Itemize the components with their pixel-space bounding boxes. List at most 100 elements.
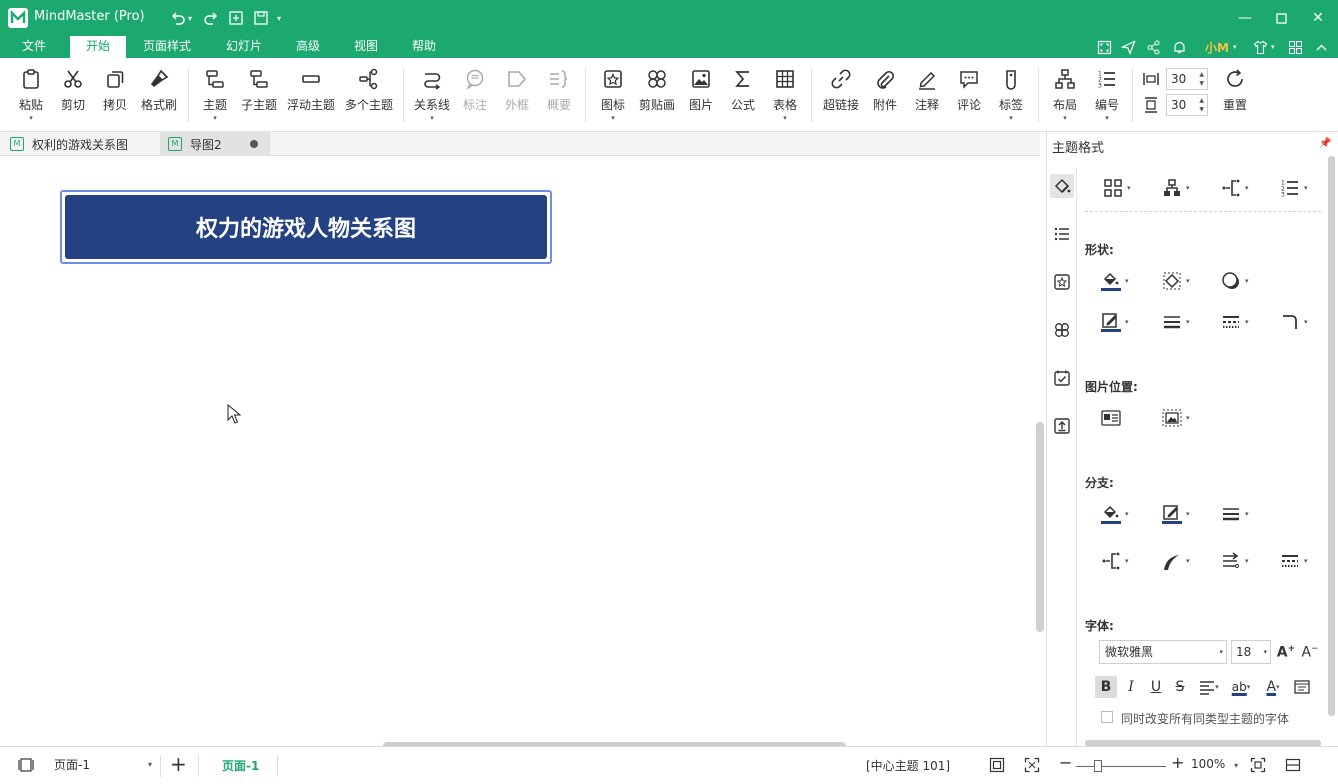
task-tab-button[interactable] <box>1050 366 1074 390</box>
font-color-button[interactable]: A ▾ <box>1259 676 1287 698</box>
numbering-style-button[interactable]: 123 ▾ <box>1280 177 1308 199</box>
topic-button[interactable]: 主题 ▾ <box>198 66 232 124</box>
image-position-button[interactable]: ▾ <box>1162 407 1190 429</box>
branch-arrow-button[interactable]: ▾ <box>1221 550 1249 572</box>
relationship-button[interactable]: 关系线 ▾ <box>412 66 452 124</box>
image-left-button[interactable] <box>1101 407 1121 429</box>
underline-button[interactable]: U <box>1145 676 1167 698</box>
layout-button[interactable]: 布局 ▾ <box>1050 66 1080 124</box>
page-select[interactable]: 页面-1 ▾ <box>46 753 154 777</box>
menu-page-style[interactable]: 页面样式 <box>136 36 198 58</box>
theme-button[interactable]: ▾ <box>1253 36 1275 58</box>
share-button[interactable] <box>1146 36 1161 58</box>
outline-tab-button[interactable] <box>1050 222 1074 246</box>
branch-fill-button[interactable]: ▾ <box>1101 503 1129 525</box>
fill-color-button[interactable]: ▾ <box>1101 270 1129 292</box>
highlight-button[interactable]: ab ▾ <box>1227 676 1255 698</box>
hyperlink-button[interactable]: 超链接 <box>822 66 860 124</box>
decrease-font-button[interactable]: A− <box>1299 641 1321 663</box>
tab-map-2[interactable]: M 导图2 <box>160 132 270 156</box>
format-painter-button[interactable]: 格式刷 <box>138 66 180 124</box>
menu-help[interactable]: 帮助 <box>398 36 450 58</box>
icon-tab-button[interactable] <box>1050 270 1074 294</box>
fit-window-button[interactable] <box>1250 757 1266 776</box>
paste-button[interactable]: 粘贴 ▾ <box>14 66 48 124</box>
minimize-button[interactable]: — <box>1227 0 1263 36</box>
notification-button[interactable] <box>1172 36 1187 58</box>
summary-button[interactable]: 概要 <box>544 66 574 124</box>
toggle-panel-button[interactable] <box>1285 757 1301 776</box>
border-weight-button[interactable]: ▾ <box>1162 311 1190 333</box>
export-tab-button[interactable] <box>1050 414 1074 438</box>
copy-button[interactable]: 拷贝 <box>98 66 132 124</box>
clipart-button[interactable]: 剪贴画 <box>638 66 676 124</box>
panel-vertical-scrollbar[interactable] <box>1328 156 1335 716</box>
border-dash-button[interactable]: ▾ <box>1221 311 1249 333</box>
branch-line-color-button[interactable]: ▾ <box>1162 503 1190 525</box>
branch-dash-button[interactable]: ▾ <box>1280 550 1308 572</box>
vertical-scrollbar[interactable] <box>1036 422 1044 632</box>
increase-font-button[interactable]: A+ <box>1275 641 1297 663</box>
picture-button[interactable]: 图片 <box>686 66 716 124</box>
vertical-spacing-input[interactable]: 30 ▲ ▼ <box>1166 94 1208 116</box>
connector-style-button[interactable]: ▾ <box>1221 177 1249 199</box>
zoom-in-button[interactable]: + <box>1171 753 1184 772</box>
zoom-level-select[interactable]: 100% ▾ <box>1191 757 1238 771</box>
border-color-button[interactable]: ▾ <box>1101 311 1129 333</box>
numbering-button[interactable]: 123 编号 ▾ <box>1092 66 1122 124</box>
strikethrough-button[interactable]: S <box>1169 676 1191 698</box>
spin-arrows-icon[interactable]: ▲ ▼ <box>1199 70 1204 88</box>
unsaved-dot-icon[interactable] <box>249 140 258 148</box>
mindmap-canvas[interactable]: 权力的游戏人物关系图 <box>0 156 1046 750</box>
spin-arrows-icon[interactable]: ▲ ▼ <box>1199 96 1204 114</box>
icon-button[interactable]: 图标 ▾ <box>598 66 628 124</box>
horizontal-spacing-input[interactable]: 30 ▲ ▼ <box>1166 68 1208 90</box>
clipart-tab-button[interactable] <box>1050 318 1074 342</box>
font-size-select[interactable]: 18 ▾ <box>1231 640 1271 664</box>
reset-button[interactable]: 重置 <box>1220 66 1250 124</box>
central-topic[interactable]: 权力的游戏人物关系图 <box>65 195 547 259</box>
note-button[interactable]: 注释 <box>912 66 942 124</box>
close-button[interactable]: ✕ <box>1300 0 1336 36</box>
menu-view[interactable]: 视图 <box>340 36 392 58</box>
add-page-button[interactable]: + <box>170 752 187 776</box>
layout-style-button[interactable]: ▾ <box>1103 177 1131 199</box>
fit-page-button[interactable] <box>989 757 1005 776</box>
corner-style-button[interactable]: ▾ <box>1280 311 1308 333</box>
align-button[interactable]: ▾ <box>1195 676 1223 698</box>
attachment-button[interactable]: 附件 <box>870 66 900 124</box>
floating-topic-button[interactable]: 浮动主题 <box>286 66 336 124</box>
subtopic-button[interactable]: 子主题 <box>240 66 278 124</box>
menu-file[interactable]: 文件 <box>8 36 60 58</box>
active-page-tab[interactable]: 页面-1 <box>222 757 259 774</box>
text-box-button[interactable] <box>1291 676 1313 698</box>
font-family-select[interactable]: 微软雅黑 ▾ <box>1099 640 1227 664</box>
callout-button[interactable]: 标注 <box>460 66 490 124</box>
undo-button[interactable]: ▾ <box>170 8 192 28</box>
formula-button[interactable]: 公式 <box>728 66 758 124</box>
branch-connector-button[interactable]: ▾ <box>1101 550 1129 572</box>
new-button[interactable] <box>228 8 244 28</box>
shadow-button[interactable]: ▾ <box>1221 270 1249 292</box>
redo-button[interactable] <box>203 8 219 28</box>
branch-weight-button[interactable]: ▾ <box>1221 503 1249 525</box>
italic-button[interactable]: I <box>1120 676 1142 698</box>
multiple-topics-button[interactable]: 多个主题 <box>344 66 394 124</box>
menu-slides[interactable]: 幻灯片 <box>218 36 270 58</box>
menu-home[interactable]: 开始 <box>70 36 126 58</box>
table-button[interactable]: 表格 ▾ <box>770 66 800 124</box>
cut-button[interactable]: 剪切 <box>56 66 90 124</box>
fullscreen-button[interactable] <box>1097 36 1112 58</box>
structure-button[interactable]: ▾ <box>1162 177 1190 199</box>
quick-access-more-icon[interactable]: ▾ <box>277 14 281 23</box>
zoom-slider-thumb[interactable] <box>1094 760 1102 772</box>
style-tab-button[interactable] <box>1050 174 1074 198</box>
tab-game-of-thrones-relations[interactable]: M 权利的游戏关系图 <box>0 132 158 156</box>
save-button[interactable]: ▾ <box>253 8 281 28</box>
bold-button[interactable]: B <box>1095 676 1117 698</box>
zoom-slider-track[interactable] <box>1076 766 1166 767</box>
comment-button[interactable]: 评论 <box>954 66 984 124</box>
menu-advanced[interactable]: 高级 <box>282 36 334 58</box>
send-button[interactable] <box>1121 36 1136 58</box>
fullscreen-view-button[interactable] <box>1024 757 1040 776</box>
